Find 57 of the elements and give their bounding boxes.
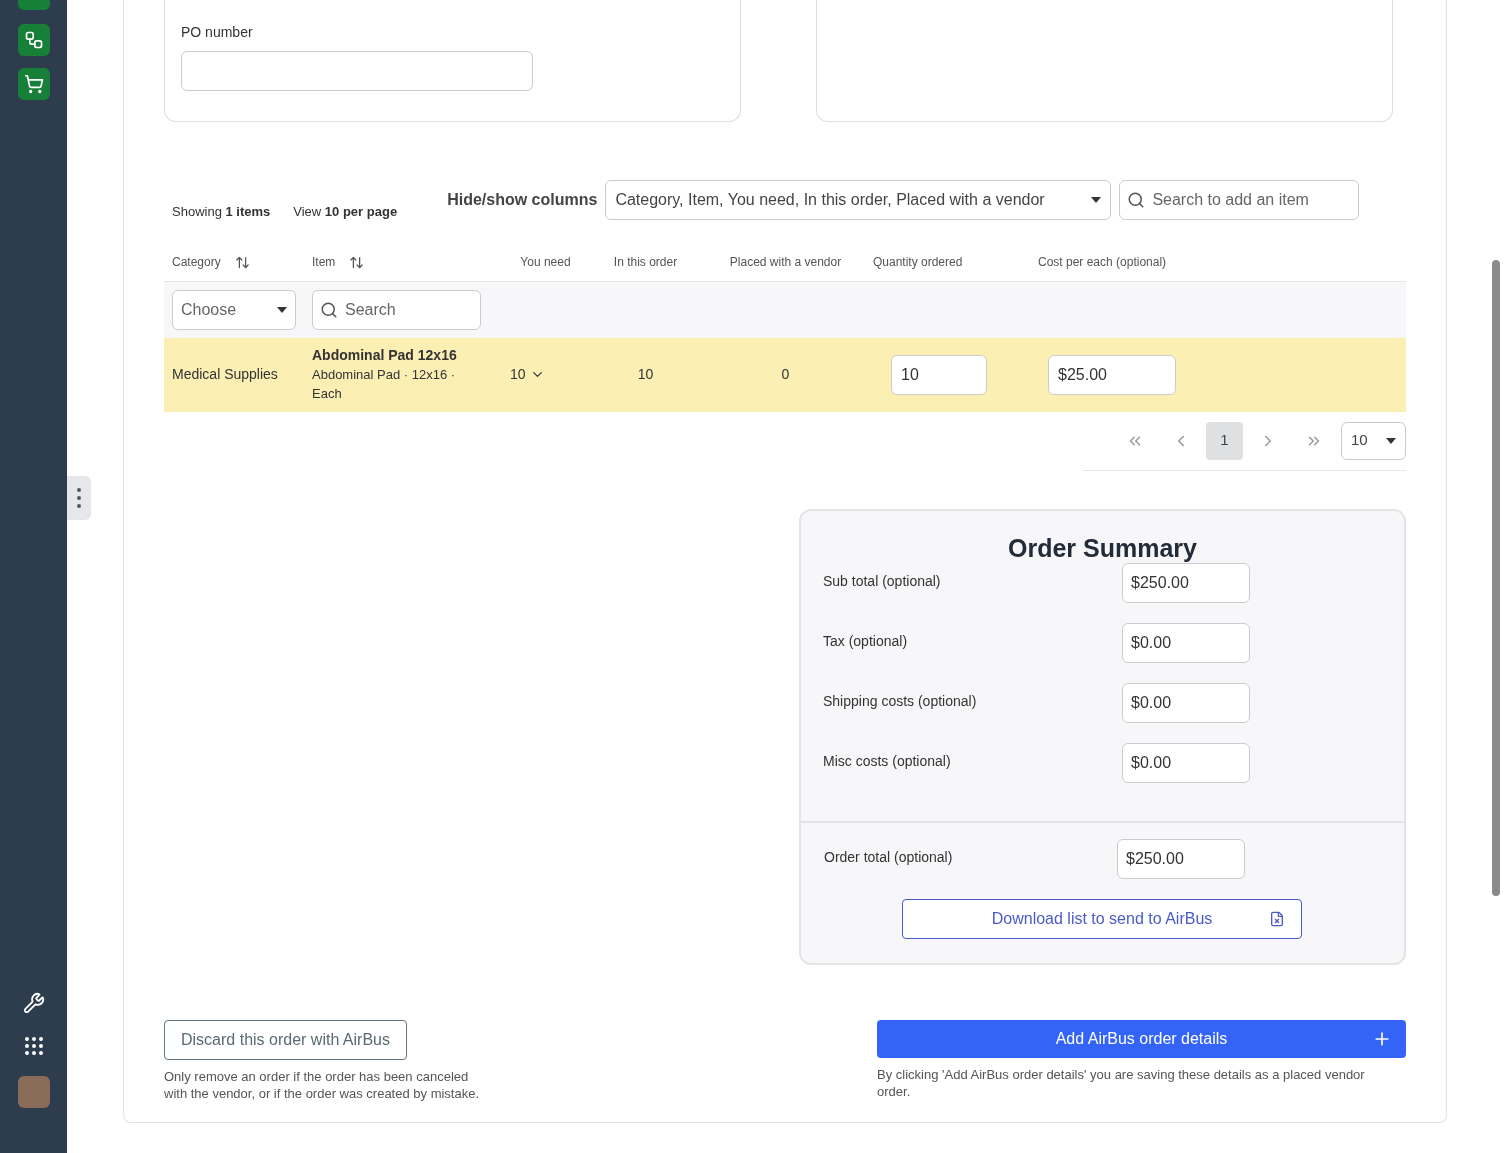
table-row[interactable]: Medical Supplies Abdominal Pad 12x16 Abdominal Pad · 12x16 · Each 10 10 0 10 $25.00 [164,337,1406,412]
you-need-dropdown[interactable]: 10 [510,364,593,385]
table-cell-text: Medical Supplies [172,365,279,384]
workflow-icon[interactable] [17,24,50,56]
field-label: Tax (optional) [823,631,909,651]
add-details-button[interactable]: Add AirBus order details [877,1019,1406,1058]
sort-icon[interactable] [349,254,365,270]
wrench-icon[interactable] [22,992,45,1014]
spreadsheet-file-icon [1269,910,1285,927]
per-page-select[interactable]: 10 [1341,421,1406,460]
collapse-handle[interactable] [67,476,91,520]
column-header: Quantity ordered [873,254,963,271]
column-header: Category [172,254,221,271]
search-icon [320,300,338,319]
discard-note: Only remove an order if the order has been canceled with the vendor, or if the order was created by mistake. [164,1067,481,1102]
column-header: Cost per each (optional) [1038,254,1167,271]
quantity-field[interactable]: 10 [891,354,987,395]
amount-field[interactable]: $0.00 [1122,682,1250,723]
item-search-field[interactable]: Search to add an item [1119,179,1360,220]
column-header: You need [520,254,571,271]
sort-icon[interactable] [234,254,250,270]
amount-field[interactable]: $0.00 [1122,742,1250,783]
po-number-field[interactable] [181,51,533,91]
column-header: In this order [613,254,678,271]
column-header: Item [312,254,336,271]
column-header: Placed with a vendor [729,254,842,271]
summary-title: Order Summary [1007,532,1198,563]
columns-select[interactable]: Category, Item, You need, In this order, Placed with a vendor [605,179,1112,220]
avatar[interactable] [17,1076,50,1108]
per-page-info: View 10 per page [293,203,398,221]
amount-field[interactable]: $250.00 [1122,562,1250,603]
field-label: Order total (optional) [823,847,954,867]
field-label: PO number [181,23,254,42]
amount-field[interactable]: $0.00 [1122,622,1250,663]
download-button[interactable]: Download list to send to AirBus [902,898,1302,939]
table-cell-text: 10 [636,365,655,384]
showing-count: Showing 1 items [172,203,271,221]
submit-note: By clicking 'Add AirBus order details' you are saving these details as a placed vendor order. [877,1065,1366,1100]
category-filter[interactable]: Choose [172,289,296,330]
item-filter-field[interactable]: Search [312,289,481,330]
item-detail: Abdominal Pad · 12x16 · Each [312,366,457,403]
field-label: Misc costs (optional) [823,751,952,771]
caret-icon [277,306,287,313]
item-name: Abdominal Pad 12x16 [312,346,458,365]
caret-icon [1386,437,1396,444]
order-total-field[interactable]: $250.00 [1117,838,1245,879]
field-label: Shipping costs (optional) [823,691,978,711]
search-icon [1127,190,1146,209]
cost-field[interactable]: $25.00 [1048,354,1176,395]
page-button[interactable]: 1 [1206,421,1243,460]
cart-icon[interactable] [17,68,50,100]
discard-button[interactable]: Discard this order with AirBus [164,1019,407,1060]
scrollbar[interactable] [1492,260,1500,896]
table-cell-text: 0 [780,365,791,384]
caret-icon [1091,196,1102,203]
field-label: Sub total (optional) [823,571,942,591]
columns-label: Hide/show columns [447,189,598,210]
